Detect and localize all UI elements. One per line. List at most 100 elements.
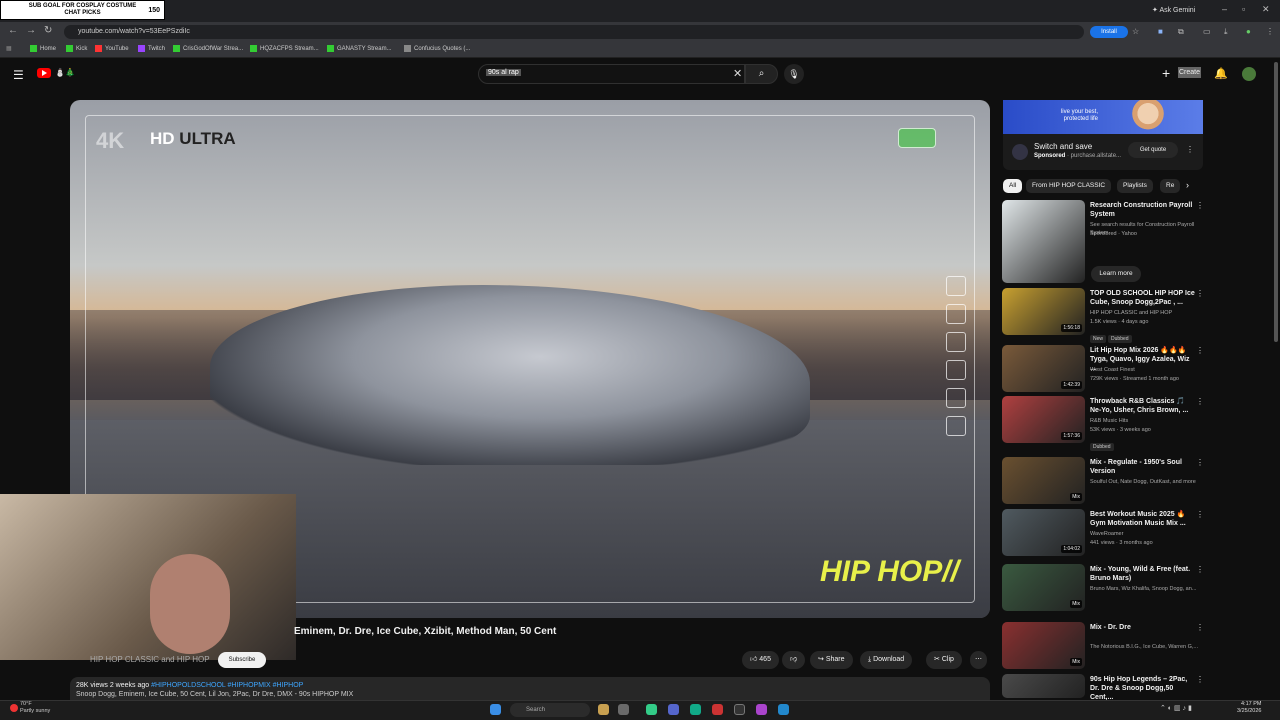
close-window-icon[interactable]: ✕	[1262, 4, 1270, 15]
reload-icon[interactable]: ↻	[44, 25, 52, 36]
bookmark-confucius[interactable]: Confucius Quotes (...	[404, 45, 470, 52]
puzzle-icon[interactable]: ⧉	[1178, 27, 1184, 37]
search-button[interactable]: ⌕	[745, 64, 778, 84]
chip-related[interactable]: Re	[1160, 179, 1181, 193]
terminal-icon[interactable]	[734, 704, 745, 715]
bookmark-crisgodofwar[interactable]: CrisGodOfWar Strea...	[173, 45, 243, 52]
like-button[interactable]: 👍︎ 465	[742, 651, 779, 669]
chrome-icon[interactable]	[646, 704, 657, 715]
related-title[interactable]: Mix - Regulate - 1950's Soul Version	[1090, 458, 1195, 476]
get-quote-button[interactable]: Get quote	[1128, 142, 1178, 158]
create-plus-icon[interactable]: +	[1162, 65, 1170, 81]
hamburger-menu-icon[interactable]: ☰	[13, 68, 24, 82]
start-menu-icon[interactable]	[490, 704, 501, 715]
related-thumbnail[interactable]	[1002, 674, 1085, 698]
bookmark-ganasty[interactable]: GANASTY Stream...	[327, 45, 392, 52]
related-title[interactable]: 90s Hip Hop Legends – 2Pac, Dr. Dre & Sn…	[1090, 675, 1195, 702]
taskbar-search[interactable]: Search	[510, 703, 590, 717]
create-button[interactable]: Create	[1178, 67, 1202, 78]
share-button[interactable]: ↪ Share	[810, 651, 853, 669]
taskbar-app-icon[interactable]	[712, 704, 723, 715]
related-kebab-icon[interactable]: ⋮	[1196, 397, 1204, 406]
related-thumbnail[interactable]: 1:57:36	[1002, 396, 1085, 443]
related-title[interactable]: Mix - Young, Wild & Free (feat. Bruno Ma…	[1090, 565, 1195, 583]
ad-sponsor-line: Sponsored · purchase.allstate...	[1034, 153, 1121, 159]
maximize-icon[interactable]: ▫	[1242, 4, 1245, 14]
related-title[interactable]: Best Workout Music 2025 🔥 Gym Motivation…	[1090, 510, 1195, 528]
download-icon[interactable]: ⤓	[1224, 27, 1228, 37]
scrollbar-thumb[interactable]	[1274, 62, 1278, 342]
bookmark-star-icon[interactable]: ☆	[1132, 27, 1139, 36]
edge-icon[interactable]	[778, 704, 789, 715]
avatar[interactable]	[1242, 67, 1256, 81]
related-title[interactable]: Research Construction Payroll System	[1090, 201, 1195, 219]
more-actions-button[interactable]: ⋯	[970, 651, 987, 669]
file-explorer-icon[interactable]	[598, 704, 609, 715]
taskbar-app-icon[interactable]	[668, 704, 679, 715]
related-kebab-icon[interactable]: ⋮	[1196, 346, 1204, 355]
chip-playlists[interactable]: Playlists	[1117, 179, 1153, 193]
chip-all[interactable]: All	[1003, 179, 1023, 193]
sidepanel-icon[interactable]: ▭	[1203, 27, 1211, 36]
related-thumbnail[interactable]: 1:04:02	[1002, 509, 1085, 556]
related-thumbnail[interactable]	[1002, 200, 1085, 283]
logo-doodle-icon[interactable]: ⛄🎄	[55, 68, 75, 77]
video-tags[interactable]: #HIPHOPOLDSCHOOL #HIPHOPMIX #HIPHOP	[151, 682, 303, 689]
related-kebab-icon[interactable]: ⋮	[1196, 623, 1204, 632]
channel-name[interactable]: HIP HOP CLASSIC and HIP HOP	[90, 655, 210, 664]
related-thumbnail[interactable]: Mix	[1002, 622, 1085, 669]
dislike-button[interactable]: 👎︎	[782, 651, 806, 669]
ad-kebab-icon[interactable]: ⋮	[1186, 145, 1194, 154]
chip-next-chevron-icon[interactable]: ›	[1186, 180, 1189, 190]
url-field[interactable]: youtube.com/watch?v=53EePSzdiIc	[64, 25, 1084, 39]
xbox-icon[interactable]	[690, 704, 701, 715]
related-thumbnail[interactable]: Mix	[1002, 564, 1085, 611]
voice-search-icon[interactable]: 🎙	[784, 64, 804, 84]
related-thumbnail[interactable]: 1:56:18	[1002, 288, 1085, 335]
install-button[interactable]: Install	[1090, 26, 1128, 38]
browser-menu-icon[interactable]: ⋮	[1266, 27, 1274, 36]
related-kebab-icon[interactable]: ⋮	[1196, 510, 1204, 519]
minimize-icon[interactable]: –	[1222, 4, 1227, 14]
download-button[interactable]: ⤓ Download	[860, 651, 913, 669]
page-scrollbar[interactable]	[1272, 60, 1280, 700]
youtube-logo-icon[interactable]	[37, 68, 51, 78]
clear-search-icon[interactable]: ✕	[733, 67, 742, 80]
taskbar-app-icon[interactable]	[618, 704, 629, 715]
weather-widget[interactable]: 70°F Partly sunny	[20, 701, 50, 715]
bookmark-youtube[interactable]: YouTube	[95, 45, 129, 52]
chip-from-channel[interactable]: From HIP HOP CLASSIC	[1026, 179, 1112, 193]
related-title[interactable]: TOP OLD SCHOOL HIP HOP Ice Cube, Snoop D…	[1090, 289, 1195, 307]
related-kebab-icon[interactable]: ⋮	[1196, 201, 1204, 210]
related-kebab-icon[interactable]: ⋮	[1196, 289, 1204, 298]
bookmark-icon	[327, 45, 334, 52]
bookmark-kick[interactable]: Kick	[66, 45, 87, 52]
related-kebab-icon[interactable]: ⋮	[1196, 565, 1204, 574]
goal-text: SUB GOAL FOR COSPLAY COSTUME CHAT PICKS	[28, 3, 137, 16]
related-channel: West Coast Finest	[1090, 367, 1135, 373]
related-title[interactable]: Throwback R&B Classics 🎵 Ne-Yo, Usher, C…	[1090, 397, 1195, 415]
related-thumbnail[interactable]: Mix	[1002, 457, 1085, 504]
related-channel: Bruno Mars, Wiz Khalifa, Snoop Dogg, an.…	[1090, 586, 1197, 592]
bookmark-twitch[interactable]: Twitch	[138, 45, 165, 52]
notifications-bell-icon[interactable]: 🔔	[1214, 67, 1228, 80]
bookmark-hqzacfps[interactable]: HQZACFPS Stream...	[250, 45, 319, 52]
clip-button[interactable]: ✂ Clip	[926, 651, 962, 669]
forward-icon[interactable]: →	[26, 25, 36, 36]
download-label: Download	[873, 656, 905, 663]
system-tray-icons[interactable]: ⌃ ◐ ▥ ♪ ▮	[1160, 704, 1192, 712]
apps-icon[interactable]: ▦	[6, 45, 12, 52]
related-kebab-icon[interactable]: ⋮	[1196, 458, 1204, 467]
taskbar-clock[interactable]: 4:17 PM 3/25/2026	[1237, 701, 1261, 715]
related-kebab-icon[interactable]: ⋮	[1196, 675, 1204, 684]
back-icon[interactable]: ←	[8, 25, 18, 36]
extension-icon[interactable]: ■	[1158, 27, 1163, 36]
subscribe-button[interactable]: Subscribe	[218, 652, 266, 668]
profile-icon[interactable]: ●	[1246, 27, 1251, 36]
related-thumbnail[interactable]: 1:42:39	[1002, 345, 1085, 392]
learn-more-button[interactable]: Learn more	[1091, 266, 1141, 282]
taskbar-app-icon[interactable]	[756, 704, 767, 715]
bookmark-home[interactable]: Home	[30, 45, 56, 52]
ask-gemini-button[interactable]: ✦ Ask Gemini	[1152, 4, 1202, 18]
related-title[interactable]: Mix - Dr. Dre	[1090, 623, 1195, 632]
